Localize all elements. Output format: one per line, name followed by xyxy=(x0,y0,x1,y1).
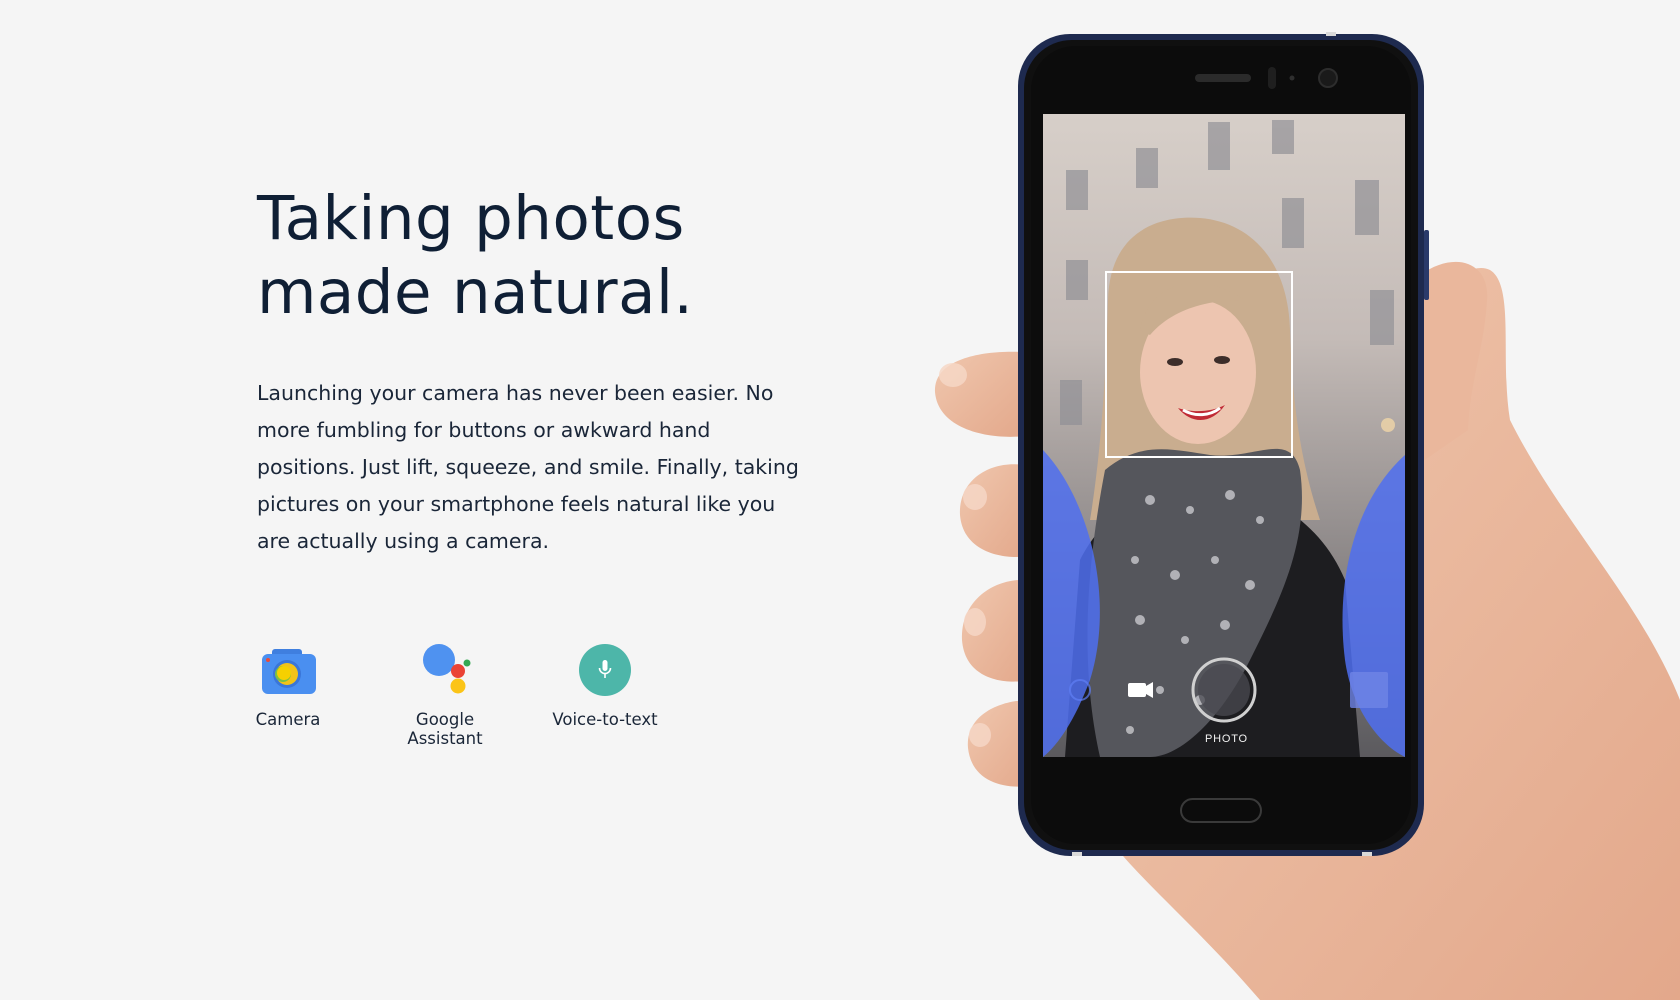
feature-list: Camera Google Assistant Voice-to-text xyxy=(250,640,690,760)
section-description: Launching your camera has never been eas… xyxy=(257,375,817,560)
headline-line-2: made natural. xyxy=(257,257,694,328)
google-assistant-icon xyxy=(415,640,475,700)
description-line: pictures on your smartphone feels natura… xyxy=(257,492,776,516)
voice-button-icon xyxy=(575,640,635,700)
earpiece xyxy=(1195,74,1251,82)
shutter-button xyxy=(1191,657,1257,723)
headline-line-1: Taking photos xyxy=(257,183,685,254)
description-line: more fumbling for buttons or awkward han… xyxy=(257,418,711,442)
front-camera xyxy=(1318,68,1338,88)
feature-voice-to-text[interactable]: Voice-to-text xyxy=(540,640,670,729)
description-line: are actually using a camera. xyxy=(257,529,550,553)
camera-viewfinder xyxy=(1043,114,1405,757)
feature-google-assistant[interactable]: Google Assistant xyxy=(395,640,495,748)
feature-camera[interactable]: Camera xyxy=(250,640,326,729)
product-feature-section: Taking photos made natural. Launching yo… xyxy=(0,0,1680,1000)
camera-app-icon xyxy=(258,640,318,700)
feature-label: Camera xyxy=(255,710,321,729)
camera-mode-label[interactable]: PHOTO xyxy=(1205,733,1248,745)
gallery-thumbnail xyxy=(1350,672,1388,708)
side-button xyxy=(1424,230,1429,300)
feature-label: Voice-to-text xyxy=(552,710,658,729)
feature-label: Google Assistant xyxy=(407,710,483,748)
video-mode-icon xyxy=(1128,682,1153,698)
description-line: Launching your camera has never been eas… xyxy=(257,381,774,405)
description-line: positions. Just lift, squeeze, and smile… xyxy=(257,455,799,479)
phone-in-hand-illustration xyxy=(900,0,1680,1000)
section-headline: Taking photos made natural. xyxy=(257,182,693,330)
